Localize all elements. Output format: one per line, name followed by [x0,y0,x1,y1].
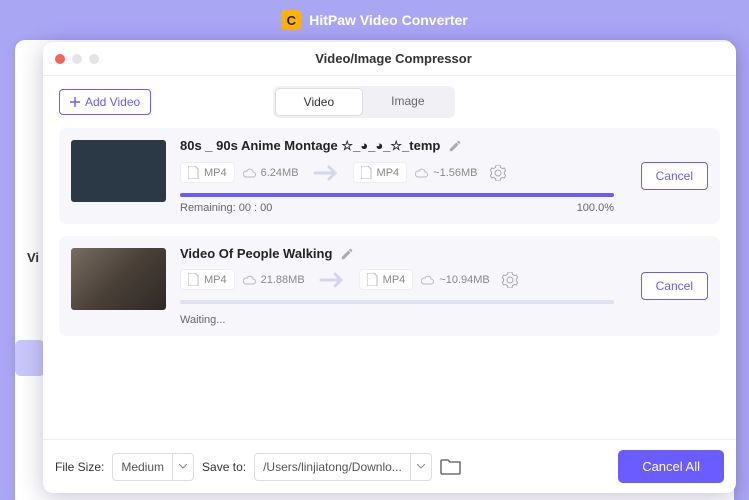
window-controls[interactable] [55,54,99,64]
dst-size: ~10.94MB [439,274,489,286]
dialog-title: Video/Image Compressor [99,51,688,66]
filesize-label: File Size: [55,460,104,474]
dialog-footer: File Size: Medium Save to: /Users/linjia… [43,439,736,493]
dest-size-chip: ~10.94MB [419,271,491,289]
cloud-icon [243,168,256,178]
progress-pct: 100.0% [577,202,614,214]
app-logo: C [281,10,301,30]
src-size: 6.24MB [261,167,299,179]
file-name: 80s _ 90s Anime Montage ☆_◕_◕_☆_temp [180,138,440,154]
dialog-toolbar: Add Video Video Image [43,76,736,124]
add-video-button[interactable]: Add Video [59,89,151,115]
dst-format: MP4 [383,274,406,286]
bg-blue-pill [15,340,45,376]
arrow-icon [313,272,353,288]
video-thumbnail [71,140,166,202]
progress-bar [180,193,614,197]
folder-icon[interactable] [440,458,462,476]
cancel-all-button[interactable]: Cancel All [618,450,724,483]
add-video-label: Add Video [85,95,140,109]
saveto-value: /Users/linjiatong/Downlo... [255,460,410,474]
source-size-chip: 21.88MB [241,271,307,289]
progress-bar [180,300,614,304]
source-format-chip: MP4 [180,162,235,183]
tab-image[interactable]: Image [363,88,452,116]
cloud-icon [243,275,256,285]
mode-segmented: Video Image [273,86,455,118]
cancel-button[interactable]: Cancel [641,272,708,300]
gear-icon[interactable] [490,165,506,181]
chevron-down-icon [172,454,193,480]
maximize-dot[interactable] [89,54,99,64]
list-item: 80s _ 90s Anime Montage ☆_◕_◕_☆_temp MP4… [59,128,720,224]
chevron-down-icon [410,454,431,480]
filesize-value: Medium [113,460,172,474]
src-format: MP4 [204,167,227,179]
bg-left-text: Vi [27,250,39,265]
dest-format-chip: MP4 [359,269,414,290]
saveto-select[interactable]: /Users/linjiatong/Downlo... [254,453,432,481]
file-icon [188,273,199,286]
saveto-label: Save to: [202,460,246,474]
source-format-chip: MP4 [180,269,235,290]
cancel-button[interactable]: Cancel [641,162,708,190]
cloud-icon [421,275,434,285]
compressor-dialog: Video/Image Compressor Add Video Video I… [43,42,736,493]
dst-format: MP4 [377,167,400,179]
file-icon [367,273,378,286]
minimize-dot[interactable] [72,54,82,64]
app-title: HitPaw Video Converter [309,12,467,28]
file-icon [361,166,372,179]
tab-video[interactable]: Video [275,88,363,116]
edit-icon[interactable] [448,139,462,153]
filesize-select[interactable]: Medium [112,453,194,481]
remaining-text: Remaining: 00 : 00 [180,202,272,214]
item-list: 80s _ 90s Anime Montage ☆_◕_◕_☆_temp MP4… [43,124,736,439]
gear-icon[interactable] [502,272,518,288]
close-dot[interactable] [55,54,65,64]
file-icon [188,166,199,179]
dialog-header: Video/Image Compressor [43,42,736,76]
dest-size-chip: ~1.56MB [413,164,479,182]
app-topbar: C HitPaw Video Converter [0,0,749,40]
cloud-icon [415,168,428,178]
dest-format-chip: MP4 [353,162,408,183]
dst-size: ~1.56MB [433,167,477,179]
video-thumbnail [71,248,166,310]
plus-icon [70,97,80,107]
file-name: Video Of People Walking [180,246,332,261]
src-size: 21.88MB [261,274,305,286]
edit-icon[interactable] [340,247,354,261]
status-text: Waiting... [180,314,614,326]
arrow-icon [307,165,347,181]
source-size-chip: 6.24MB [241,164,301,182]
src-format: MP4 [204,274,227,286]
list-item: Video Of People Walking MP4 21.88MB [59,236,720,336]
